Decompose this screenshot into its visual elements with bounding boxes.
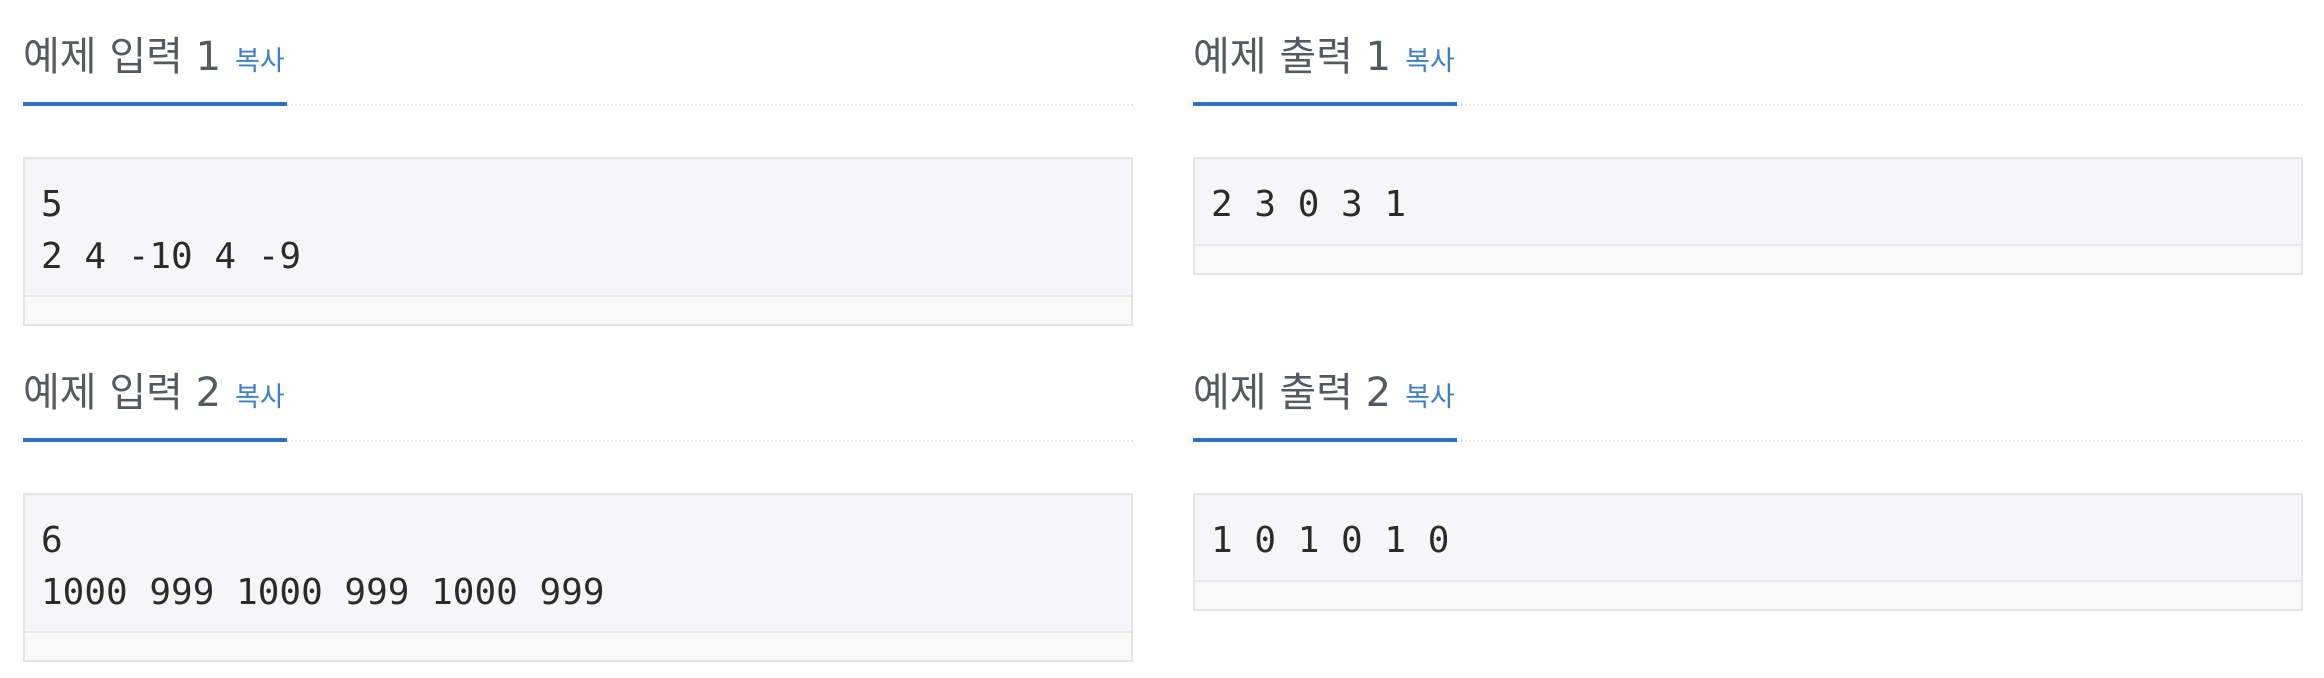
sample-input-1-box: 5 2 4 -10 4 -9 bbox=[23, 157, 1133, 326]
sample-output-2-title-underline bbox=[1193, 438, 1457, 442]
sample-input-1-title-underline bbox=[23, 102, 287, 106]
sample-input-1-scrollbar[interactable] bbox=[25, 295, 1131, 324]
sample-input-2-header: 예제 입력 2 복사 bbox=[23, 336, 1133, 446]
sample-output-2-header: 예제 출력 2 복사 bbox=[1193, 336, 2303, 446]
sample-input-1-title: 예제 입력 1 bbox=[23, 34, 222, 80]
sample-input-1-header: 예제 입력 1 복사 bbox=[23, 0, 1133, 110]
sample-output-1-title-underline bbox=[1193, 102, 1457, 106]
sample-input-2-copy-link[interactable]: 복사 bbox=[235, 382, 285, 413]
sample-input-2-title: 예제 입력 2 bbox=[23, 370, 222, 416]
sample-output-1-scrollbar[interactable] bbox=[1195, 244, 2301, 273]
sample-output-1-copy-link[interactable]: 복사 bbox=[1405, 46, 1455, 77]
sample-input-1-copy-link[interactable]: 복사 bbox=[235, 46, 285, 77]
sample-input-2-content[interactable]: 6 1000 999 1000 999 1000 999 bbox=[25, 495, 1131, 619]
sample-output-2-content[interactable]: 1 0 1 0 1 0 bbox=[1195, 495, 2301, 567]
sample-output-1-content[interactable]: 2 3 0 3 1 bbox=[1195, 159, 2301, 231]
sample-output-2-copy-link[interactable]: 복사 bbox=[1405, 382, 1455, 413]
sample-output-2-title: 예제 출력 2 bbox=[1193, 370, 1392, 416]
sample-output-1-box: 2 3 0 3 1 bbox=[1193, 157, 2303, 275]
sample-output-1-title: 예제 출력 1 bbox=[1193, 34, 1392, 80]
sample-input-1-content[interactable]: 5 2 4 -10 4 -9 bbox=[25, 159, 1131, 283]
sample-output-2-section: 예제 출력 2 복사 1 0 1 0 1 0 bbox=[1193, 336, 2303, 616]
sample-output-1-header: 예제 출력 1 복사 bbox=[1193, 0, 2303, 110]
sample-input-1-section: 예제 입력 1 복사 5 2 4 -10 4 -9 bbox=[23, 0, 1133, 330]
sample-input-2-section: 예제 입력 2 복사 6 1000 999 1000 999 1000 999 bbox=[23, 336, 1133, 666]
sample-output-2-scrollbar[interactable] bbox=[1195, 580, 2301, 609]
sample-output-2-box: 1 0 1 0 1 0 bbox=[1193, 493, 2303, 611]
sample-input-2-box: 6 1000 999 1000 999 1000 999 bbox=[23, 493, 1133, 662]
sample-input-2-scrollbar[interactable] bbox=[25, 631, 1131, 660]
sample-input-2-title-underline bbox=[23, 438, 287, 442]
sample-output-1-section: 예제 출력 1 복사 2 3 0 3 1 bbox=[1193, 0, 2303, 280]
